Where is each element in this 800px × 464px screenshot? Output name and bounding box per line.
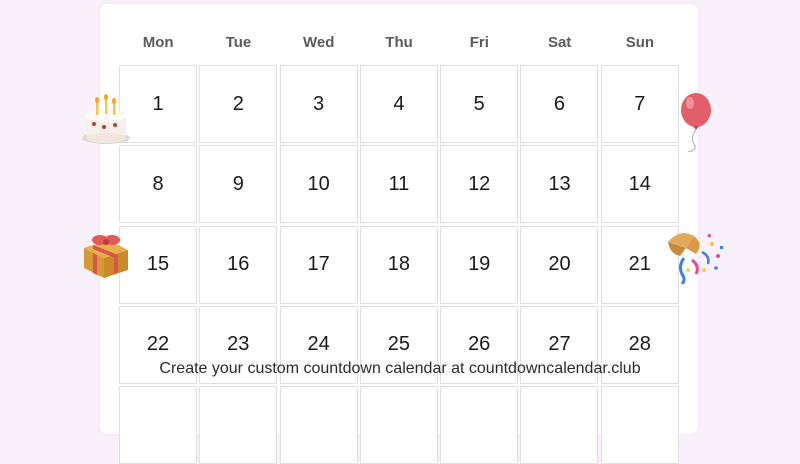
calendar-day-cell[interactable]: 5 — [440, 65, 519, 143]
calendar-day-cell[interactable] — [279, 386, 358, 464]
calendar-day-cell[interactable]: 20 — [520, 225, 599, 304]
calendar-day-cell[interactable]: 2 — [199, 65, 278, 143]
weekday-sun: Sun — [625, 34, 655, 51]
calendar-day-cell[interactable]: 8 — [119, 145, 197, 224]
calendar-day-grid: 1 2 3 4 5 6 7 8 9 10 11 12 13 14 15 16 17 18 19 20 21 22 23 24 2… — [119, 65, 679, 464]
calendar-day-cell[interactable]: 6 — [520, 65, 599, 143]
cake-icon — [82, 94, 130, 144]
balloon-icon — [681, 93, 711, 152]
calendar-day-cell[interactable] — [359, 386, 438, 464]
calendar-day-cell[interactable] — [199, 386, 278, 464]
calendar-day-cell[interactable]: 7 — [600, 65, 679, 143]
weekday-sat: Sat — [547, 34, 572, 51]
calendar-day-cell[interactable]: 19 — [440, 225, 519, 304]
calendar-day-cell[interactable]: 12 — [440, 145, 519, 224]
calendar-day-cell[interactable]: 10 — [279, 145, 358, 224]
calendar-day-cell[interactable]: 4 — [359, 65, 438, 143]
calendar-day-cell[interactable]: 3 — [279, 65, 358, 143]
calendar-day-cell[interactable]: 17 — [279, 225, 358, 304]
weekday-mon: Mon — [142, 34, 174, 51]
calendar-day-cell[interactable]: 9 — [199, 145, 278, 224]
calendar-day-cell[interactable] — [119, 386, 197, 464]
weekday-wed: Wed — [303, 34, 335, 51]
weekday-tue: Tue — [225, 34, 252, 51]
calendar-day-cell[interactable]: 13 — [520, 145, 599, 224]
calendar-day-cell[interactable]: 14 — [600, 145, 679, 224]
calendar-day-cell[interactable]: 18 — [359, 225, 438, 304]
weekday-thu: Thu — [385, 34, 413, 51]
calendar-day-cell[interactable]: 11 — [359, 145, 438, 224]
calendar-day-cell[interactable] — [520, 386, 599, 464]
weekday-header-row: Mon Tue Wed Thu Fri Sat Sun — [118, 34, 680, 54]
weekday-fri: Fri — [469, 34, 489, 51]
gift-icon — [84, 235, 128, 278]
footer-promo-text: Create your custom countdown calendar at… — [159, 360, 641, 377]
calendar-day-cell[interactable] — [440, 386, 519, 464]
calendar-day-cell[interactable]: 16 — [199, 225, 278, 304]
calendar-day-cell[interactable] — [600, 386, 679, 464]
party-popper-icon — [668, 233, 723, 284]
